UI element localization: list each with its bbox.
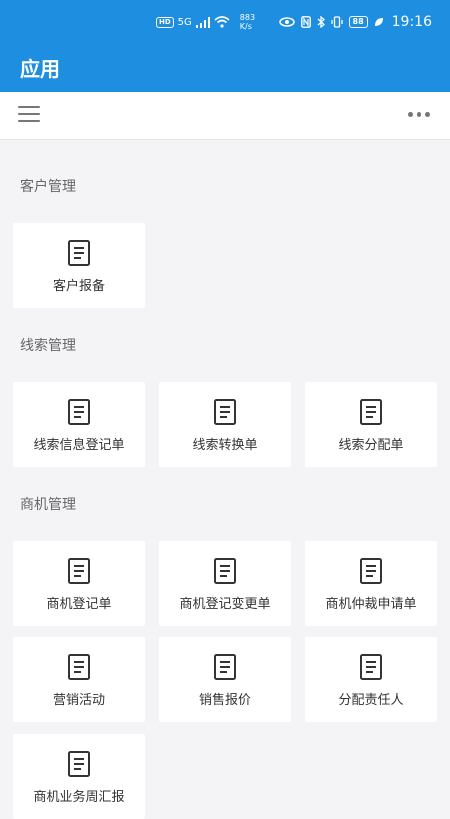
page-title: 应用 — [20, 57, 60, 81]
speed-unit: K/s — [239, 22, 252, 31]
app-card-label: 商机仲裁申请单 — [325, 597, 417, 612]
app-card-opportunity-arbitration[interactable]: 商机仲裁申请单 — [305, 541, 437, 626]
app-card-lead-register[interactable]: 线索信息登记单 — [13, 382, 145, 467]
document-icon — [360, 558, 382, 584]
app-card-assign-owner[interactable]: 分配责任人 — [305, 637, 437, 722]
document-icon — [68, 558, 90, 584]
app-card-label: 商机登记单 — [46, 597, 112, 612]
app-card-lead-assign[interactable]: 线索分配单 — [305, 382, 437, 467]
app-card-label: 线索分配单 — [338, 438, 404, 453]
app-card-label: 商机登记变更单 — [179, 597, 271, 612]
document-icon — [360, 399, 382, 425]
toolbar — [0, 92, 450, 140]
app-card-weekly-report[interactable]: 商机业务周汇报 — [13, 734, 145, 819]
hamburger-menu-icon[interactable] — [18, 106, 40, 124]
app-card-customer-report[interactable]: 客户报备 — [13, 223, 145, 308]
status-left: HD 5G 883 K/s — [156, 12, 255, 32]
status-bar: HD 5G 883 K/s 88 19:16 — [0, 0, 450, 44]
leaf-icon — [374, 18, 383, 26]
hd-badge: HD — [156, 16, 174, 28]
document-icon — [68, 399, 90, 425]
network-speed: 883 K/s — [240, 13, 255, 31]
status-right: 88 19:16 — [278, 12, 432, 32]
app-card-marketing-activity[interactable]: 营销活动 — [13, 637, 145, 722]
clock: 19:16 — [391, 14, 432, 30]
battery-icon: 88 — [348, 16, 368, 28]
app-card-opportunity-change[interactable]: 商机登记变更单 — [159, 541, 291, 626]
wifi-icon — [214, 16, 230, 28]
document-icon — [214, 399, 236, 425]
document-icon — [214, 654, 236, 680]
speed-value: 883 — [239, 13, 256, 22]
document-icon — [68, 654, 90, 680]
document-icon — [68, 751, 90, 777]
document-icon — [360, 654, 382, 680]
more-dots-icon[interactable] — [408, 112, 431, 118]
document-icon — [214, 558, 236, 584]
app-bar: 应用 — [0, 44, 450, 92]
app-card-label: 线索转换单 — [192, 438, 258, 453]
vibrate-icon — [330, 16, 343, 28]
app-card-label: 线索信息登记单 — [33, 438, 125, 453]
app-card-opportunity-register[interactable]: 商机登记单 — [13, 541, 145, 626]
document-icon — [68, 240, 90, 266]
app-card-label: 客户报备 — [52, 279, 105, 294]
nfc-icon — [300, 16, 311, 28]
section-title-leads: 线索管理 — [20, 338, 76, 354]
network-type: 5G — [177, 16, 192, 28]
app-card-sales-quote[interactable]: 销售报价 — [159, 637, 291, 722]
app-card-lead-convert[interactable]: 线索转换单 — [159, 382, 291, 467]
app-card-label: 营销活动 — [52, 693, 105, 708]
app-card-label: 商机业务周汇报 — [33, 790, 125, 805]
eye-icon — [278, 17, 295, 27]
bluetooth-icon — [317, 16, 325, 28]
section-title-customer: 客户管理 — [20, 179, 76, 195]
signal-icon — [195, 16, 210, 28]
app-card-label: 销售报价 — [198, 693, 251, 708]
app-card-label: 分配责任人 — [338, 693, 404, 708]
section-title-opportunity: 商机管理 — [20, 497, 76, 513]
